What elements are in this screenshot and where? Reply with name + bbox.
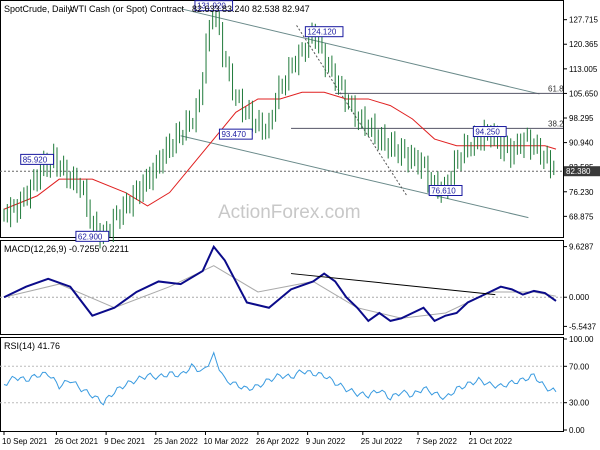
price-y-tick-label: 98.295 [569, 114, 594, 123]
price-y-tick-label: 105.650 [569, 89, 598, 98]
x-axis-label: 21 Oct 2022 [468, 437, 512, 446]
x-axis-label: 25 Jan 2022 [154, 437, 199, 446]
rsi-y-tick-label: 30.00 [569, 399, 590, 408]
chart-ohlc: 82.633 83.240 82.538 82.947 [192, 4, 310, 14]
x-axis-label: 10 Mar 2022 [203, 437, 248, 446]
x-axis-label: 26 Apr 2022 [256, 437, 300, 446]
fib-level-label: 38.2 [548, 119, 564, 128]
price-label: 76.610 [431, 187, 456, 196]
rsi-y-tick-label: 70.00 [569, 362, 590, 371]
price-label: 85.920 [23, 155, 48, 164]
price-y-tick-label: 127.715 [569, 16, 598, 25]
x-axis-label: 9 Dec 2021 [104, 437, 145, 446]
rsi-panel [0, 337, 564, 432]
macd-y-tick-label: -5.5437 [569, 322, 597, 331]
chart-instrument: WTI Cash (or Spot) Contract [70, 4, 185, 14]
price-y-tick-label: 76.230 [569, 188, 594, 197]
macd-y-tick-label: 0.000 [569, 293, 590, 302]
price-y-tick-label: 90.940 [569, 139, 594, 148]
x-axis-label: 25 Jul 2022 [361, 437, 403, 446]
macd-y-tick-label: 9.6287 [569, 243, 594, 252]
x-axis-label: 26 Oct 2021 [54, 437, 98, 446]
watermark: ActionForex.com [218, 202, 361, 223]
price-label: 62.900 [78, 232, 103, 241]
fib-level-label: 61.8 [548, 84, 564, 93]
price-label: 124.120 [307, 28, 336, 37]
chart-canvas: 127.715 120.365 113.005 105.650 98.295 90.940… [0, 0, 600, 446]
chart-symbol: SpotCrude, Daily: [4, 4, 75, 14]
price-label: 93.470 [221, 130, 246, 139]
rsi-y-tick-label: 100.00 [569, 335, 594, 344]
macd-title: MACD(12,26,9) -0.7255 0.2211 [4, 244, 129, 254]
price-label: 94.250 [475, 128, 500, 137]
rsi-y-tick-label: 0.00 [569, 426, 585, 435]
x-axis-label: 9 Jun 2022 [306, 437, 346, 446]
last-price-label: 82.380 [566, 167, 591, 176]
price-y-tick-label: 113.005 [569, 65, 598, 74]
price-y-tick-label: 120.365 [569, 40, 598, 49]
x-axis-label: 7 Sep 2022 [416, 437, 457, 446]
price-y-tick-label: 68.875 [569, 212, 594, 221]
rsi-title: RSI(14) 41.76 [4, 341, 60, 351]
x-axis-label: 10 Sep 2021 [2, 437, 48, 446]
